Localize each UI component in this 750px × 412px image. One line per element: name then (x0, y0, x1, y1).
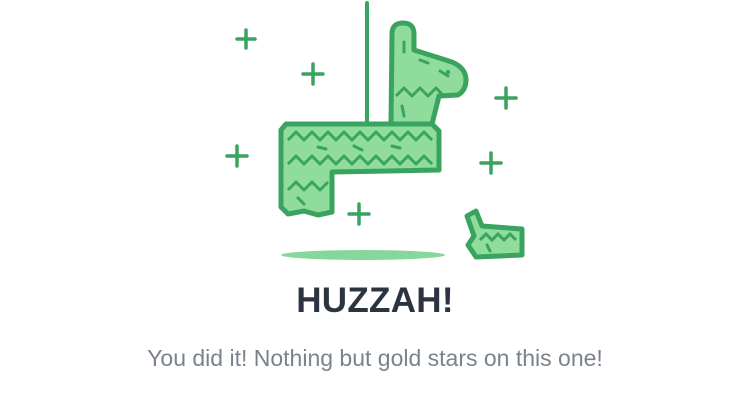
sparkle-icon (301, 62, 325, 86)
sparkle-icon (479, 151, 503, 175)
pinata-piece-icon (464, 208, 525, 260)
sparkle-icon (235, 28, 257, 50)
page-title: HUZZAH! (296, 281, 454, 320)
pinata-icon (278, 20, 469, 218)
pinata-illustration (225, 1, 525, 260)
sparkle-icon (225, 144, 249, 168)
sparkle-icon (494, 86, 518, 110)
pinata-shadow (281, 250, 445, 260)
empty-state-message: You did it! Nothing but gold stars on th… (147, 345, 603, 371)
sparkle-icon (347, 202, 371, 226)
